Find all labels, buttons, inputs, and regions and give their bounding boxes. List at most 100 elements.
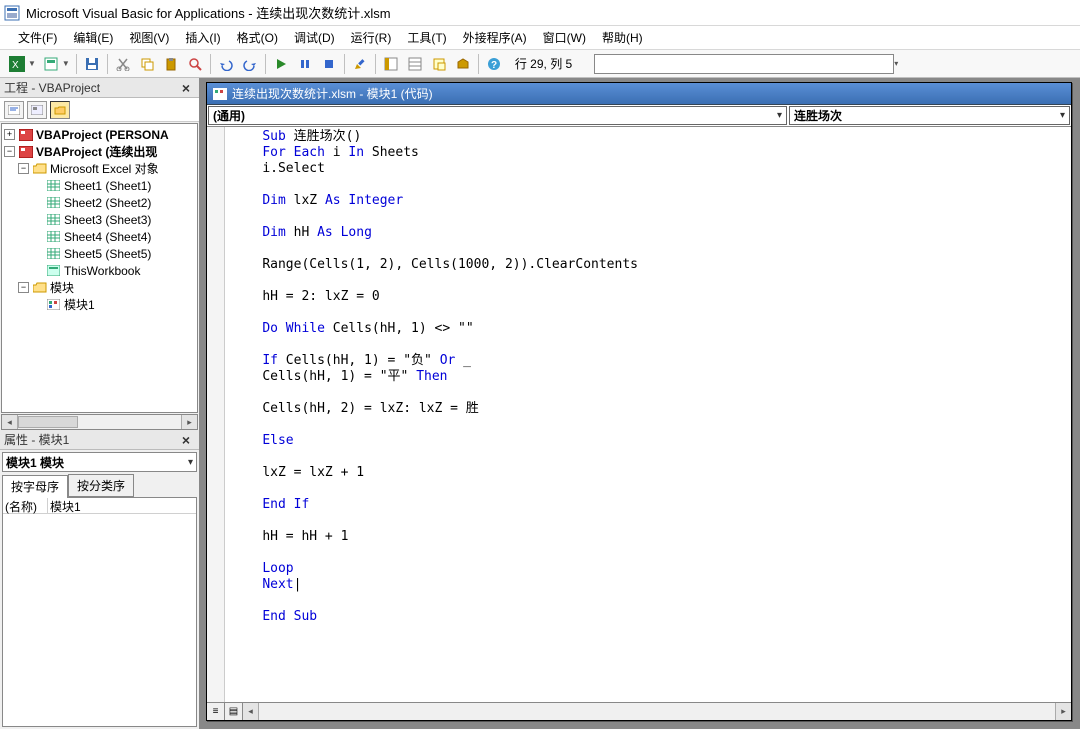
tree-thisworkbook[interactable]: ThisWorkbook <box>4 262 195 279</box>
object-browser-icon[interactable] <box>428 53 450 75</box>
redo-icon[interactable] <box>239 53 261 75</box>
menu-view[interactable]: 视图(V) <box>121 27 177 48</box>
tree-label: Sheet4 (Sheet4) <box>64 230 151 244</box>
sheet-icon <box>46 196 61 210</box>
insert-module-icon[interactable] <box>40 53 62 75</box>
dropdown-icon[interactable]: ▾ <box>894 59 898 68</box>
tab-categorized[interactable]: 按分类序 <box>68 474 134 497</box>
scroll-left-icon[interactable]: ◂ <box>243 703 259 720</box>
tree-sheet-item[interactable]: Sheet2 (Sheet2) <box>4 194 195 211</box>
dropdown-icon[interactable]: ▾ <box>777 110 782 121</box>
collapse-icon[interactable]: − <box>18 282 29 293</box>
tree-label: Sheet1 (Sheet1) <box>64 179 151 193</box>
properties-grid[interactable]: (名称) 模块1 <box>2 497 197 727</box>
tree-label: Sheet2 (Sheet2) <box>64 196 151 210</box>
code-window-title: 连续出现次数统计.xlsm - 模块1 (代码) <box>232 85 433 102</box>
tree-sheet-item[interactable]: Sheet3 (Sheet3) <box>4 211 195 228</box>
separator <box>210 54 211 74</box>
menu-edit[interactable]: 编辑(E) <box>65 27 121 48</box>
toolbox-icon[interactable] <box>452 53 474 75</box>
procedure-view-icon[interactable]: ≡ <box>207 703 225 720</box>
dropdown-icon[interactable]: ▼ <box>62 59 70 68</box>
dropdown-icon[interactable]: ▼ <box>28 59 36 68</box>
code-window: 连续出现次数统计.xlsm - 模块1 (代码) (通用) ▾ 连胜场次 ▾ S… <box>206 82 1072 721</box>
properties-object-select[interactable]: 模块1 模块 ▾ <box>2 452 197 472</box>
menu-format[interactable]: 格式(O) <box>229 27 286 48</box>
menu-debug[interactable]: 调试(D) <box>286 27 343 48</box>
help-icon[interactable]: ? <box>483 53 505 75</box>
object-select[interactable]: (通用) ▾ <box>208 106 787 125</box>
view-excel-icon[interactable]: X <box>6 53 28 75</box>
code-window-titlebar[interactable]: 连续出现次数统计.xlsm - 模块1 (代码) <box>207 83 1071 105</box>
scroll-left-icon[interactable]: ◂ <box>2 415 18 429</box>
design-mode-icon[interactable] <box>349 53 371 75</box>
procedure-select[interactable]: 连胜场次 ▾ <box>789 106 1070 125</box>
scroll-thumb[interactable] <box>18 416 78 428</box>
horizontal-scrollbar[interactable]: ◂ ▸ <box>1 414 198 430</box>
tree-module-item[interactable]: 模块1 <box>4 296 195 313</box>
full-module-view-icon[interactable]: ▤ <box>225 703 243 720</box>
scroll-right-icon[interactable]: ▸ <box>1055 703 1071 720</box>
vbaproject-icon <box>18 145 33 159</box>
vbaproject-icon <box>18 128 33 142</box>
menu-run[interactable]: 运行(R) <box>343 27 400 48</box>
sheet-icon <box>46 230 61 244</box>
close-icon[interactable]: × <box>177 431 195 449</box>
tree-excel-objects-folder[interactable]: − Microsoft Excel 对象 <box>4 160 195 177</box>
tree-sheet-item[interactable]: Sheet5 (Sheet5) <box>4 245 195 262</box>
toggle-folders-icon[interactable] <box>50 101 70 119</box>
tree-project-workbook[interactable]: − VBAProject (连续出现 <box>4 143 195 160</box>
menu-file[interactable]: 文件(F) <box>10 27 65 48</box>
collapse-icon[interactable]: − <box>4 146 15 157</box>
scroll-right-icon[interactable]: ▸ <box>181 415 197 429</box>
tree-label: Sheet3 (Sheet3) <box>64 213 151 227</box>
dropdown-icon[interactable]: ▾ <box>188 457 193 468</box>
tree-sheet-item[interactable]: Sheet1 (Sheet1) <box>4 177 195 194</box>
collapse-icon[interactable]: − <box>18 163 29 174</box>
project-pane-title: 工程 - VBAProject <box>4 79 100 96</box>
properties-object-label: 模块1 模块 <box>6 456 64 470</box>
toolbar: X ▼ ▼ ? 行 29, 列 5 ▾ <box>0 50 1080 78</box>
code-margin[interactable] <box>207 127 225 702</box>
reset-icon[interactable] <box>318 53 340 75</box>
properties-window-icon[interactable] <box>404 53 426 75</box>
menu-help[interactable]: 帮助(H) <box>594 27 651 48</box>
horizontal-scrollbar[interactable]: ◂ ▸ <box>243 703 1071 720</box>
cut-icon[interactable] <box>112 53 134 75</box>
property-name: (名称) <box>3 498 48 513</box>
tree-label: ThisWorkbook <box>64 264 140 278</box>
save-icon[interactable] <box>81 53 103 75</box>
properties-tabs: 按字母序 按分类序 <box>2 474 197 497</box>
paste-icon[interactable] <box>160 53 182 75</box>
tree-sheet-item[interactable]: Sheet4 (Sheet4) <box>4 228 195 245</box>
project-explorer-icon[interactable] <box>380 53 402 75</box>
tree-project-persona[interactable]: + VBAProject (PERSONA <box>4 126 195 143</box>
undo-icon[interactable] <box>215 53 237 75</box>
view-code-icon[interactable] <box>4 101 24 119</box>
separator <box>478 54 479 74</box>
property-value[interactable]: 模块1 <box>48 498 196 513</box>
find-icon[interactable] <box>184 53 206 75</box>
menu-insert[interactable]: 插入(I) <box>177 27 228 48</box>
dropdown-icon[interactable]: ▾ <box>1060 110 1065 121</box>
folder-open-icon <box>32 162 47 176</box>
run-icon[interactable] <box>270 53 292 75</box>
expand-icon[interactable]: + <box>4 129 15 140</box>
properties-pane: 属性 - 模块1 × 模块1 模块 ▾ 按字母序 按分类序 (名称) 模块1 <box>0 430 199 729</box>
menu-addins[interactable]: 外接程序(A) <box>455 27 535 48</box>
project-tree[interactable]: + VBAProject (PERSONA − VBAProject (连续出现… <box>1 123 198 413</box>
property-row[interactable]: (名称) 模块1 <box>3 498 196 514</box>
tree-modules-folder[interactable]: − 模块 <box>4 279 195 296</box>
tree-label: Microsoft Excel 对象 <box>50 160 159 177</box>
view-object-icon[interactable] <box>27 101 47 119</box>
code-editor[interactable]: Sub 连胜场次() For Each i In Sheets i.Select… <box>225 127 1071 702</box>
close-icon[interactable]: × <box>177 79 195 97</box>
procedure-select-value: 连胜场次 <box>794 107 842 124</box>
copy-icon[interactable] <box>136 53 158 75</box>
search-input[interactable] <box>594 54 894 74</box>
folder-open-icon <box>32 281 47 295</box>
menu-window[interactable]: 窗口(W) <box>535 27 594 48</box>
tab-alphabetic[interactable]: 按字母序 <box>2 475 68 498</box>
break-icon[interactable] <box>294 53 316 75</box>
menu-tools[interactable]: 工具(T) <box>399 27 454 48</box>
